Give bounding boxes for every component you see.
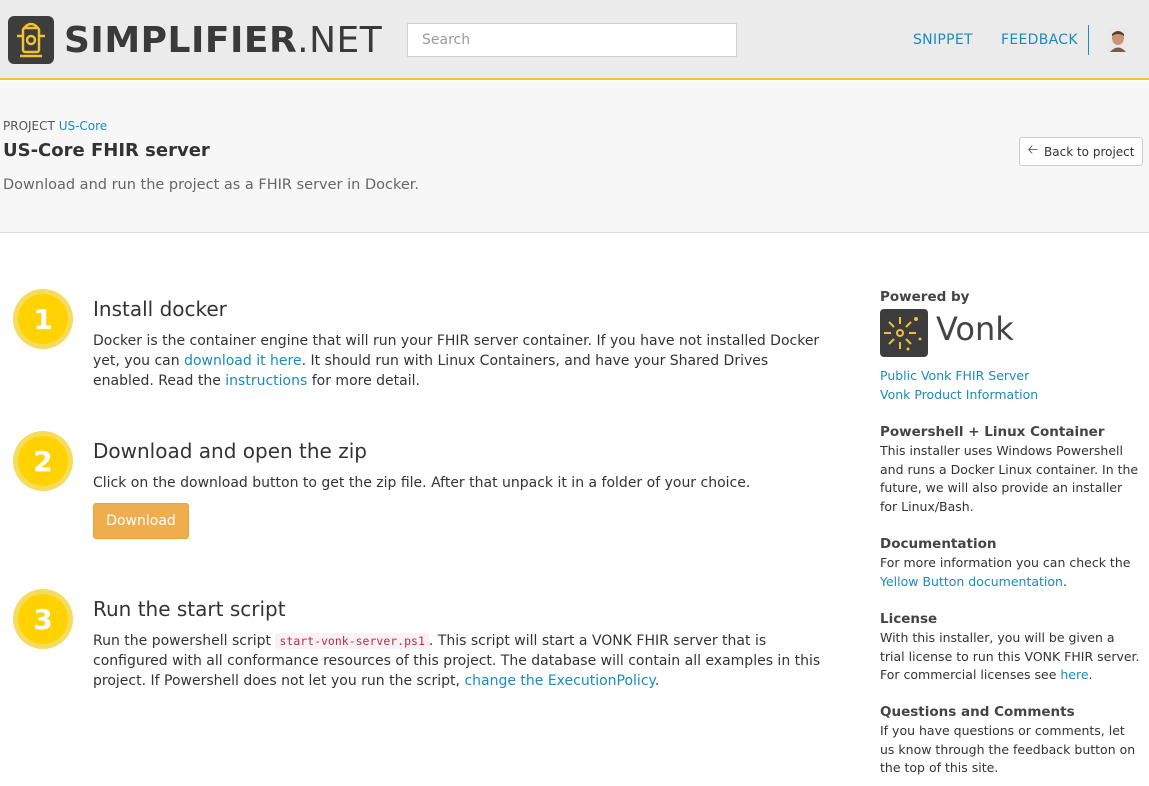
user-avatar[interactable] xyxy=(1108,28,1128,52)
vonk-links: Public Vonk FHIR Server Vonk Product Inf… xyxy=(880,367,1142,404)
download-zip-button[interactable]: Download xyxy=(93,503,189,539)
sidebar-section-questions: Questions and Comments If you have quest… xyxy=(880,702,1142,778)
logo-light: .NET xyxy=(297,20,383,61)
sidebar-text: . xyxy=(1088,667,1093,682)
sidebar-section-title: Documentation xyxy=(880,536,997,552)
breadcrumb-project-link[interactable]: US-Core xyxy=(59,119,108,133)
sidebar-section-documentation: Documentation For more information you c… xyxy=(880,534,1142,591)
top-navbar: SIMPLIFIER.NET SNIPPET FEEDBACK xyxy=(0,0,1149,80)
step-2-body: Click on the download button to get the … xyxy=(93,473,833,493)
public-vonk-server-link[interactable]: Public Vonk FHIR Server xyxy=(880,367,1142,386)
step-number: 3 xyxy=(18,594,68,644)
step-number: 2 xyxy=(18,436,68,486)
sidebar-text: With this installer, you will be given a… xyxy=(880,630,1140,682)
search-input[interactable] xyxy=(407,23,737,57)
powered-by-heading: Powered by xyxy=(880,289,970,305)
site-logo-text[interactable]: SIMPLIFIER.NET xyxy=(64,20,382,62)
powered-by-label: Powered by xyxy=(880,287,1142,307)
step-2-text: Click on the download button to get the … xyxy=(93,475,751,491)
sidebar-section-title: Powershell + Linux Container xyxy=(880,424,1105,440)
sidebar-section-text: If you have questions or comments, let u… xyxy=(880,723,1136,775)
hydrant-logo-icon[interactable] xyxy=(8,16,54,64)
step-3-body: Run the powershell script start-vonk-ser… xyxy=(93,631,833,691)
vonk-product-info-link[interactable]: Vonk Product Information xyxy=(880,386,1142,405)
step-1-title: Install docker xyxy=(93,297,227,321)
nav-divider xyxy=(1088,25,1089,55)
arrow-left-icon: 🡠 xyxy=(1027,142,1039,158)
sidebar-section-text: With this installer, you will be given a… xyxy=(880,629,1142,685)
step-3-text: . xyxy=(654,673,660,689)
sidebar-section-powershell: Powershell + Linux Container This instal… xyxy=(880,422,1142,516)
yellow-button-docs-link[interactable]: Yellow Button documentation xyxy=(880,574,1063,589)
execution-policy-link[interactable]: change the ExecutionPolicy xyxy=(464,673,654,689)
back-button-label: Back to project xyxy=(1044,144,1135,159)
step-3-badge: 3 xyxy=(13,589,73,649)
sidebar-text: . xyxy=(1062,573,1067,589)
breadcrumb-label: PROJECT xyxy=(3,119,55,133)
back-to-project-button[interactable]: 🡠 Back to project xyxy=(1019,137,1143,166)
step-3-title: Run the start script xyxy=(93,597,286,621)
page-subtitle: Download and run the project as a FHIR s… xyxy=(3,177,419,193)
breadcrumb: PROJECT US-Core xyxy=(3,119,107,133)
logo-bold: SIMPLIFIER xyxy=(64,20,298,61)
step-1-text: for more detail. xyxy=(307,373,420,389)
script-filename-code: start-vonk-server.ps1 xyxy=(275,633,429,649)
nav-snippet-link[interactable]: SNIPPET xyxy=(913,32,973,48)
download-docker-link[interactable]: download it here xyxy=(184,353,302,369)
sidebar-section-text: This installer uses Windows Powershell a… xyxy=(880,443,1139,514)
step-1-body: Docker is the container engine that will… xyxy=(93,331,833,391)
docker-instructions-link[interactable]: instructions xyxy=(225,373,307,389)
page-title: US-Core FHIR server xyxy=(3,140,210,161)
sidebar-section-title: Questions and Comments xyxy=(880,704,1075,720)
sidebar-section-text: For more information you can check the Y… xyxy=(880,554,1142,591)
license-here-link[interactable]: here xyxy=(1060,667,1088,682)
step-number: 1 xyxy=(18,294,68,344)
vonk-logo-icon xyxy=(880,309,928,357)
sidebar-text: For more information you can check the xyxy=(880,555,1131,570)
step-2-title: Download and open the zip xyxy=(93,439,367,463)
step-3-text: Run the powershell script xyxy=(93,633,276,649)
sidebar-section-title: License xyxy=(880,611,938,627)
step-1-badge: 1 xyxy=(13,289,73,349)
step-2-badge: 2 xyxy=(13,431,73,491)
vonk-brand-text: Vonk xyxy=(936,310,1014,348)
nav-feedback-link[interactable]: FEEDBACK xyxy=(1001,32,1078,48)
sidebar-section-license: License With this installer, you will be… xyxy=(880,609,1142,685)
project-header: PROJECT US-Core US-Core FHIR server Down… xyxy=(0,82,1149,233)
